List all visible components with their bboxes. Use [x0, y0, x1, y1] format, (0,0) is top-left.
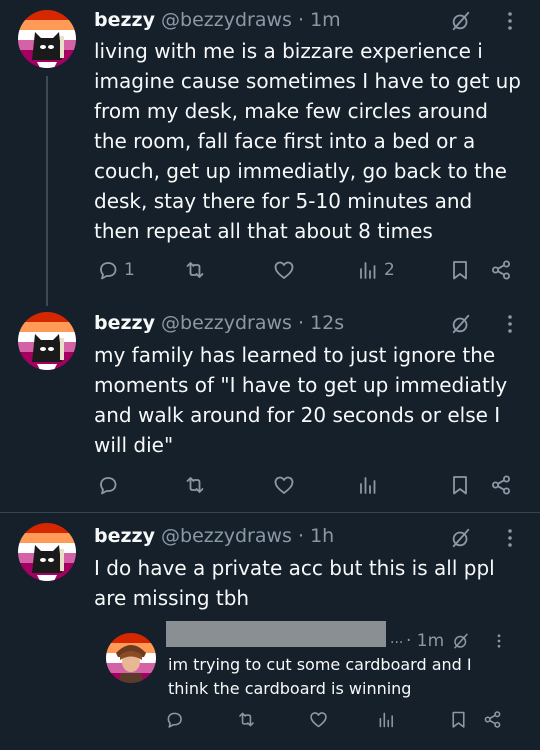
views-button[interactable] — [376, 708, 397, 730]
grok-icon[interactable] — [450, 313, 472, 335]
retweet-button[interactable] — [183, 257, 207, 283]
bookmark-icon — [448, 709, 469, 730]
share-button[interactable] — [482, 708, 503, 730]
views-icon — [376, 709, 397, 730]
views-button[interactable] — [356, 472, 380, 498]
retweet-button[interactable] — [183, 472, 207, 498]
reply-icon — [96, 473, 120, 497]
display-name[interactable]: bezzy — [94, 525, 155, 547]
more-icon[interactable] — [502, 527, 518, 549]
share-button[interactable] — [489, 472, 513, 498]
tweet-header: bezzy @bezzydraws · 1m — [94, 8, 341, 32]
retweet-icon — [183, 473, 207, 497]
bookmark-button[interactable] — [448, 708, 469, 730]
grok-icon[interactable] — [450, 10, 472, 32]
timestamp[interactable]: 12s — [310, 312, 344, 334]
retweet-icon — [236, 709, 257, 730]
timestamp[interactable]: 1h — [310, 525, 334, 547]
reply-button[interactable] — [164, 708, 185, 730]
grok-icon[interactable] — [452, 632, 470, 650]
display-name[interactable]: bezzy — [94, 312, 155, 334]
like-button[interactable] — [272, 472, 296, 498]
like-icon — [308, 709, 329, 730]
tweet-text: I do have a private acc but this is all … — [94, 556, 495, 610]
action-bar — [0, 472, 540, 498]
user-handle[interactable]: @bezzydraws — [161, 9, 292, 31]
more-icon[interactable] — [502, 313, 518, 335]
share-icon — [489, 258, 513, 282]
reply-button[interactable] — [96, 472, 120, 498]
bookmark-button[interactable] — [448, 472, 472, 498]
avatar[interactable] — [18, 523, 76, 581]
views-icon — [356, 258, 380, 282]
quoted-action-bar — [0, 708, 540, 730]
user-handle[interactable]: @bezzydraws — [161, 525, 292, 547]
separator: · — [298, 525, 305, 547]
avatar[interactable] — [18, 312, 76, 370]
bookmark-icon — [448, 473, 472, 497]
quoted-ellipsis: ... — [390, 631, 404, 647]
avatar[interactable] — [18, 10, 76, 68]
share-icon — [489, 473, 513, 497]
like-button[interactable] — [272, 257, 296, 283]
separator: · — [298, 9, 305, 31]
more-icon[interactable] — [493, 632, 505, 650]
more-icon[interactable] — [502, 10, 518, 32]
divider — [0, 512, 540, 513]
views-count: 2 — [384, 260, 395, 280]
tweet-header: bezzy @bezzydraws · 1h — [94, 524, 334, 548]
retweet-icon — [183, 258, 207, 282]
action-bar: 1 2 — [0, 257, 540, 283]
like-icon — [272, 258, 296, 282]
views-button[interactable]: 2 — [356, 257, 395, 283]
user-handle[interactable]: @bezzydraws — [161, 312, 292, 334]
views-icon — [356, 473, 380, 497]
reply-button[interactable]: 1 — [96, 257, 135, 283]
quoted-avatar[interactable] — [106, 633, 156, 683]
display-name[interactable]: bezzy — [94, 9, 155, 31]
grok-icon[interactable] — [450, 527, 472, 549]
like-button[interactable] — [308, 708, 329, 730]
retweet-button[interactable] — [236, 708, 257, 730]
tweet-header: bezzy @bezzydraws · 12s — [94, 311, 344, 335]
separator: · — [298, 312, 305, 334]
quoted-timestamp[interactable]: · 1m — [406, 631, 444, 651]
timestamp[interactable]: 1m — [310, 9, 341, 31]
quoted-text: im trying to cut some cardboard and I th… — [168, 655, 472, 698]
share-button[interactable] — [489, 257, 513, 283]
tweet-text: my family has learned to just ignore the… — [94, 343, 508, 457]
bookmark-button[interactable] — [448, 257, 472, 283]
tweet-text: living with me is a bizzare experience i… — [94, 39, 521, 243]
share-icon — [482, 709, 503, 730]
reply-icon — [164, 709, 185, 730]
reply-count: 1 — [124, 260, 135, 280]
reply-icon — [96, 258, 120, 282]
like-icon — [272, 473, 296, 497]
bookmark-icon — [448, 258, 472, 282]
redacted-name — [166, 621, 386, 647]
